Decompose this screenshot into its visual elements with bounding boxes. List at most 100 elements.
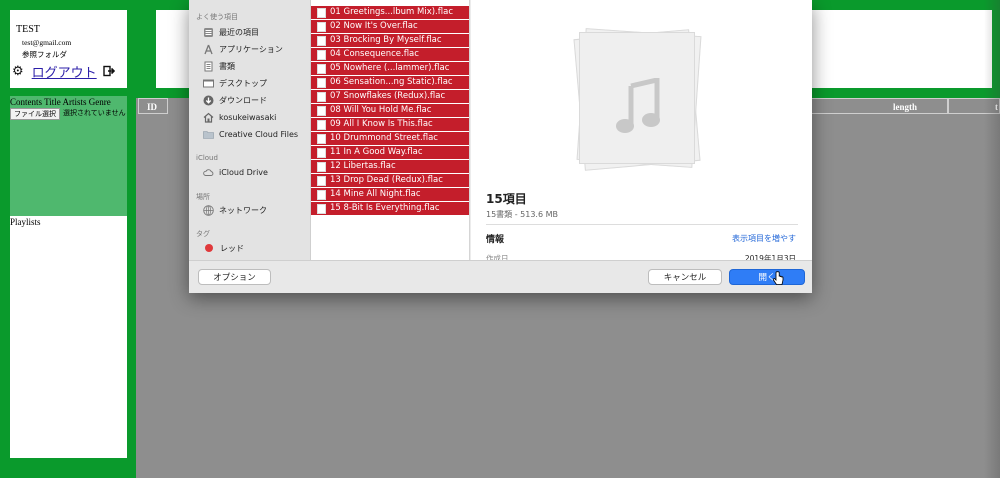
dialog-sidebar: よく使う項目 最近の項目 アプリケーション 書類 デスクトップ ダウンロード k… — [189, 0, 311, 260]
cancel-button[interactable]: キャンセル — [648, 269, 722, 285]
audio-file-icon — [317, 77, 326, 88]
recent-icon — [204, 27, 213, 37]
browse-folder-link[interactable]: 参照フォルダ — [22, 49, 67, 60]
preview-subtitle: 15書類 - 513.6 MB — [486, 210, 558, 219]
file-list: 01 Greetings...lbum Mix).flac 02 Now It'… — [311, 0, 470, 260]
file-name: 02 Now It's Over.flac — [330, 21, 418, 31]
playlists-panel: Playlists — [10, 216, 127, 458]
dialog-footer: オプション キャンセル 開く — [189, 260, 812, 293]
sidebar-item-label: ネットワーク — [219, 205, 267, 215]
sidebar-item-tag-red[interactable]: レッド — [203, 241, 244, 255]
column-id[interactable]: ID — [138, 98, 168, 114]
info-heading: 情報 — [486, 235, 505, 245]
file-row[interactable]: 15 8-Bit Is Everything.flac — [311, 202, 469, 215]
applications-icon — [204, 44, 213, 54]
file-row[interactable]: 10 Drummond Street.flac — [311, 132, 469, 145]
downloads-icon — [203, 95, 214, 105]
sidebar-item-creative-cloud[interactable]: Creative Cloud Files — [203, 127, 298, 141]
file-name: 12 Libertas.flac — [330, 161, 396, 171]
file-name: 07 Snowflakes (Redux).flac — [330, 91, 446, 101]
user-card: TEST test@gmail.com 参照フォルダ ⚙ ログアウト — [10, 10, 127, 88]
file-name: 01 Greetings...lbum Mix).flac — [330, 7, 453, 17]
audio-file-icon — [317, 63, 326, 74]
sidebar-item-label: 書類 — [219, 61, 235, 71]
audio-file-icon — [317, 91, 326, 102]
audio-file-icon — [317, 119, 326, 130]
audio-file-icon — [317, 161, 326, 172]
open-button[interactable]: 開く — [729, 269, 805, 285]
logout-icon[interactable] — [102, 65, 115, 77]
file-name: 05 Nowhere (...lammer).flac — [330, 63, 450, 73]
red-tag-icon — [205, 244, 213, 252]
music-note-icon — [616, 78, 660, 133]
preview-thumbnail — [569, 20, 702, 171]
file-name: 08 Will You Hold Me.flac — [330, 105, 432, 115]
locations-heading: 場所 — [196, 193, 210, 201]
sidebar-item-downloads[interactable]: ダウンロード — [203, 93, 267, 107]
file-row[interactable]: 08 Will You Hold Me.flac — [311, 104, 469, 117]
audio-file-icon — [317, 189, 326, 200]
file-row[interactable]: 04 Consequence.flac — [311, 48, 469, 61]
file-name: 13 Drop Dead (Redux).flac — [330, 175, 443, 185]
file-name: 04 Consequence.flac — [330, 49, 419, 59]
sidebar-item-icloud-drive[interactable]: iCloud Drive — [203, 165, 268, 179]
file-row[interactable]: 06 Sensation...ng Static).flac — [311, 76, 469, 89]
logout-link[interactable]: ログアウト — [32, 62, 97, 81]
sidebar-item-recent[interactable]: 最近の項目 — [203, 25, 259, 39]
file-row[interactable]: 07 Snowflakes (Redux).flac — [311, 90, 469, 103]
sidebar-item-home[interactable]: kosukeiwasaki — [203, 110, 276, 124]
file-row[interactable]: 09 All I Know Is This.flac — [311, 118, 469, 131]
preview-title: 15項目 — [486, 192, 527, 206]
file-name: 03 Brocking By Myself.flac — [330, 35, 442, 45]
file-row[interactable]: 14 Mine All Night.flac — [311, 188, 469, 201]
audio-file-icon — [317, 7, 326, 18]
audio-file-icon — [317, 35, 326, 46]
file-name: 06 Sensation...ng Static).flac — [330, 77, 453, 87]
file-row[interactable]: 03 Brocking By Myself.flac — [311, 34, 469, 47]
file-name: 10 Drummond Street.flac — [330, 133, 438, 143]
sidebar-item-network[interactable]: ネットワーク — [203, 203, 267, 217]
file-row[interactable]: 12 Libertas.flac — [311, 160, 469, 173]
audio-file-icon — [317, 21, 326, 32]
tags-heading: タグ — [196, 230, 210, 238]
options-button[interactable]: オプション — [198, 269, 271, 285]
sidebar-item-desktop[interactable]: デスクトップ — [203, 76, 267, 90]
upload-fields-header: Contents Title Artists Genre — [10, 97, 111, 107]
file-name: 14 Mine All Night.flac — [330, 189, 421, 199]
audio-file-icon — [317, 147, 326, 158]
network-icon — [203, 204, 214, 216]
file-name: 09 All I Know Is This.flac — [330, 119, 433, 129]
documents-icon — [204, 61, 213, 71]
audio-file-icon — [317, 203, 326, 214]
file-row[interactable]: 11 In A Good Way.flac — [311, 146, 469, 159]
preview-pane: 15項目 15書類 - 513.6 MB 情報 表示項目を増やす 作成日 201… — [471, 0, 812, 263]
hand-cursor-icon — [772, 271, 784, 285]
desktop-icon — [203, 79, 214, 87]
show-more-link[interactable]: 表示項目を増やす — [732, 233, 796, 244]
file-row[interactable]: 01 Greetings...lbum Mix).flac — [311, 6, 469, 19]
user-email: test@gmail.com — [22, 38, 72, 47]
file-select-button[interactable]: ファイル選択 — [10, 108, 60, 120]
playlists-title: Playlists — [10, 217, 41, 227]
upload-area: Contents Title Artists Genre ファイル選択 選択され… — [10, 96, 127, 216]
favorites-heading: よく使う項目 — [196, 13, 238, 21]
open-file-dialog: よく使う項目 最近の項目 アプリケーション 書類 デスクトップ ダウンロード k… — [189, 0, 812, 293]
file-name: 15 8-Bit Is Everything.flac — [330, 203, 440, 213]
file-row[interactable]: 05 Nowhere (...lammer).flac — [311, 62, 469, 75]
user-name: TEST — [16, 24, 40, 35]
sidebar-item-label: Creative Cloud Files — [219, 129, 299, 139]
icloud-heading: iCloud — [196, 154, 218, 162]
sidebar-item-label: ダウンロード — [219, 95, 267, 105]
file-row[interactable]: 02 Now It's Over.flac — [311, 20, 469, 33]
audio-file-icon — [317, 105, 326, 116]
scroll-shadow — [984, 0, 1000, 478]
column-length[interactable]: length — [808, 98, 948, 114]
sidebar-item-applications[interactable]: アプリケーション — [203, 42, 283, 56]
sidebar-item-label: レッド — [220, 243, 244, 253]
sidebar-item-documents[interactable]: 書類 — [203, 59, 235, 73]
file-row[interactable]: 13 Drop Dead (Redux).flac — [311, 174, 469, 187]
sidebar-item-label: 最近の項目 — [219, 27, 259, 37]
logout-row: ⚙ ログアウト — [12, 62, 115, 80]
gear-icon[interactable]: ⚙ — [12, 63, 24, 79]
home-icon — [203, 112, 214, 123]
